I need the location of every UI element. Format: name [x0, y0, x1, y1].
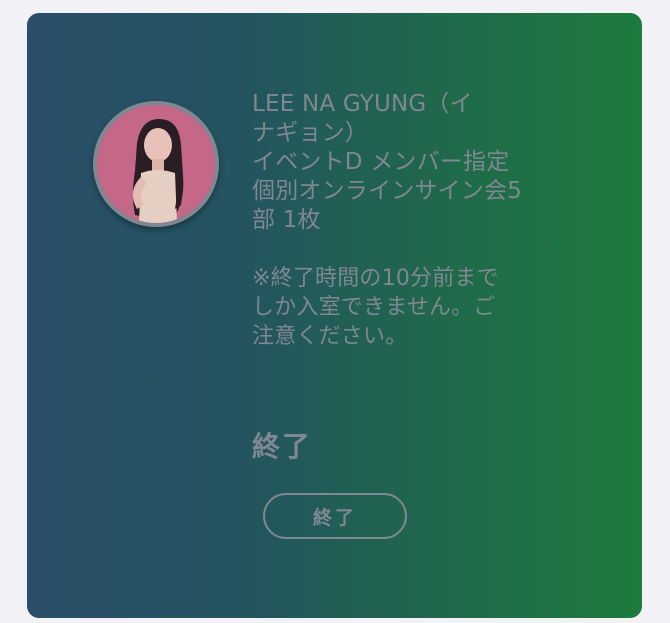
notice-line: しか入室できません。ご [252, 295, 496, 320]
ticket-title-line: イベントD メンバー指定 [252, 149, 510, 175]
ticket-card: LEE NA GYUNG（イ ナギョン） イベントD メンバー指定 個別オンライ… [27, 13, 642, 618]
end-button[interactable]: 終了 [263, 493, 407, 539]
notice-line: 注意ください。 [252, 324, 408, 349]
ticket-title-line: 個別オンラインサイン会5 [252, 178, 523, 204]
notice-line: ※終了時間の10分前まで [252, 266, 499, 291]
entry-notice: ※終了時間の10分前まで しか入室できません。ご 注意ください。 [252, 264, 582, 351]
ticket-title-line: LEE NA GYUNG（イ [252, 91, 473, 117]
status-label: 終了 [252, 430, 313, 463]
member-avatar [93, 101, 219, 227]
ticket-info: LEE NA GYUNG（イ ナギョン） イベントD メンバー指定 個別オンライ… [252, 90, 582, 351]
ticket-title-line: ナギョン） [252, 120, 368, 146]
ticket-title-line: 部 1枚 [252, 207, 321, 233]
member-photo-icon [97, 105, 215, 223]
